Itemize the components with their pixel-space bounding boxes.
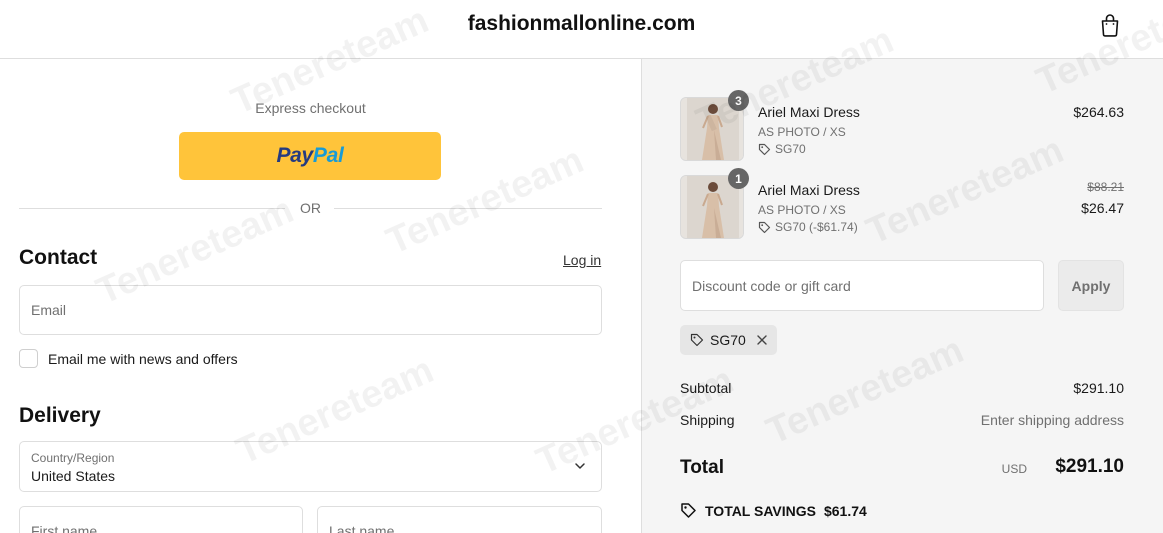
order-summary-panel: 3 Ariel Maxi Dress AS PHOTO / XS SG70 $2… [641,59,1163,533]
country-select[interactable]: Country/Region United States [19,441,602,492]
or-divider: OR [19,200,602,218]
total-savings-row: TOTAL SAVINGS $61.74 [680,502,867,519]
or-text: OR [300,200,321,216]
item-name: Ariel Maxi Dress [758,182,860,198]
login-link[interactable]: Log in [563,252,601,268]
item-discount-code: SG70 (-$61.74) [775,220,858,234]
savings-tag-icon [681,503,696,518]
shipping-label: Shipping [680,412,735,428]
item-price: $26.47 [1081,200,1124,216]
quantity-badge: 1 [728,168,749,189]
savings-value: $61.74 [823,502,867,519]
applied-code-label: SG70 [710,332,746,348]
paypal-button[interactable]: PayPal [179,132,441,180]
subtotal-value: $291.10 [1073,380,1124,396]
email-field[interactable] [20,286,601,334]
first-name-wrapper [19,506,303,533]
newsletter-checkbox[interactable] [19,349,38,368]
tag-icon [758,143,771,155]
first-name-field[interactable] [20,507,302,533]
shipping-value: Enter shipping address [980,412,1124,428]
newsletter-label: Email me with news and offers [48,350,238,367]
paypal-logo: PayPal [276,144,344,167]
tag-icon [758,221,771,233]
savings-label: TOTAL SAVINGS [705,502,816,519]
total-value: $291.10 [1055,456,1124,477]
shopping-bag-icon[interactable] [1099,13,1121,37]
item-discount: SG70 (-$61.74) [758,220,858,234]
email-field-wrapper [19,285,602,335]
country-value: United States [31,468,116,484]
express-checkout-label: Express checkout [255,100,366,116]
contact-title: Contact [19,246,98,269]
item-discount: SG70 [758,142,806,156]
newsletter-option: Email me with news and offers [19,349,238,368]
checkout-form-panel: Express checkout PayPal OR Contact Log i… [0,59,641,533]
total-row: Total USD $291.10 [680,455,1124,481]
item-name: Ariel Maxi Dress [758,104,860,120]
item-discount-code: SG70 [775,142,806,156]
apply-discount-button[interactable]: Apply [1058,260,1124,311]
country-label: Country/Region [31,451,115,465]
tag-icon [690,333,704,347]
item-original-price: $88.21 [1087,180,1124,194]
site-name[interactable]: fashionmallonline.com [0,12,1163,36]
total-label: Total [680,457,724,478]
item-variant: AS PHOTO / XS [758,125,846,139]
quantity-badge: 3 [728,90,749,111]
item-price: $264.63 [1073,104,1124,120]
order-item: 1 Ariel Maxi Dress AS PHOTO / XS SG70 (-… [680,168,1124,239]
last-name-field[interactable] [318,507,601,533]
checkout-header: fashionmallonline.com [0,0,1163,59]
order-item: 3 Ariel Maxi Dress AS PHOTO / XS SG70 $2… [680,90,1124,161]
last-name-wrapper [317,506,602,533]
subtotal-label: Subtotal [680,380,732,396]
total-currency: USD [1001,462,1027,476]
delivery-title: Delivery [19,404,101,427]
discount-field-wrapper [680,260,1044,311]
applied-code-chip: SG70 [680,325,777,355]
item-variant: AS PHOTO / XS [758,203,846,217]
discount-code-input[interactable] [681,261,1043,310]
chevron-down-icon [575,463,585,469]
close-icon[interactable] [756,334,768,346]
